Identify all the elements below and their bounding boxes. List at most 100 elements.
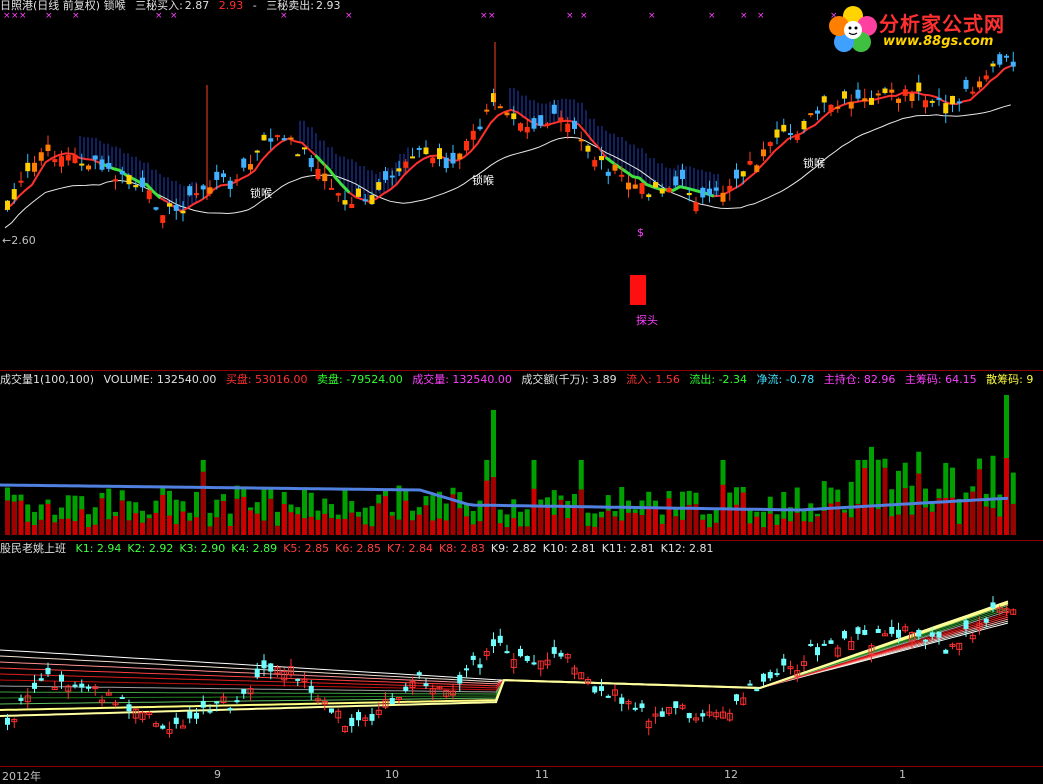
k-value-10: K10: 2.81 xyxy=(542,542,596,555)
low-marker: ←2.60 xyxy=(2,234,36,247)
k-band-line xyxy=(0,606,1009,699)
indicator-candle-body xyxy=(896,629,901,638)
volume-bar-inner xyxy=(275,525,280,535)
candle-body xyxy=(639,183,645,194)
volume-bar-inner xyxy=(538,504,544,535)
k-value-8: K8: 2.83 xyxy=(438,542,485,555)
candle-body xyxy=(734,169,739,179)
signal-mark: × xyxy=(740,11,748,21)
indicator-candle-body xyxy=(268,663,274,672)
volume-bar-inner xyxy=(632,512,638,535)
volume-bar-inner xyxy=(133,513,139,535)
volume-bar-inner xyxy=(315,519,321,535)
candle-body xyxy=(659,188,665,194)
indicator-candle-body xyxy=(187,711,193,719)
candle-body xyxy=(167,203,172,207)
volume-bar-inner xyxy=(126,520,132,535)
volume-bar-inner xyxy=(639,514,645,535)
indicator-candle-body xyxy=(227,708,233,711)
candle-body xyxy=(308,158,314,168)
indicator-candle-body xyxy=(639,703,645,709)
volume-bar-inner xyxy=(909,514,915,535)
candle-body xyxy=(200,185,206,190)
candle-body xyxy=(619,174,625,177)
volume-bar-inner xyxy=(369,526,375,535)
candle-body xyxy=(65,155,71,161)
candle-body xyxy=(430,157,436,164)
volume-bar-inner xyxy=(889,516,895,535)
indicator-candle-body xyxy=(308,685,314,693)
indicator-candle-body xyxy=(943,649,949,654)
volume-bar-inner xyxy=(437,518,442,535)
indicator-candle-body xyxy=(295,678,301,681)
volume-bar-inner xyxy=(1004,458,1009,535)
k-value-11: K11: 2.81 xyxy=(601,542,655,555)
indicator-candle-body xyxy=(524,655,530,661)
candle-body xyxy=(153,207,159,210)
candle-body xyxy=(113,179,118,182)
dash: - xyxy=(252,0,257,12)
inflow: 流入: 1.56 xyxy=(626,373,680,386)
volume-bar-inner xyxy=(585,525,591,535)
amount: 成交额(千万): 3.89 xyxy=(521,373,617,386)
volume-bar-inner xyxy=(18,500,24,535)
candle-body xyxy=(828,104,834,112)
candle-body xyxy=(504,112,510,116)
volume-bar-inner xyxy=(896,514,901,535)
candle-body xyxy=(794,134,800,141)
indicator-candle-body xyxy=(491,639,496,647)
candle-body xyxy=(929,100,935,103)
volume-bar-inner xyxy=(322,513,328,535)
indicator-candle-body xyxy=(173,717,179,724)
candle-body xyxy=(761,149,766,157)
candle-body xyxy=(956,101,962,104)
indicator-candle-body xyxy=(349,717,355,727)
candle-body xyxy=(632,184,638,189)
volume-bar-inner xyxy=(268,498,274,535)
candle-body xyxy=(774,129,780,138)
candle-body xyxy=(32,162,37,172)
indicator-candle-body xyxy=(160,725,166,729)
total-volume: 成交量: 132540.00 xyxy=(412,373,512,386)
signal-mark: × xyxy=(580,11,588,21)
candle-body xyxy=(335,193,341,196)
volume-bar-inner xyxy=(396,519,402,535)
candle-body xyxy=(693,202,699,212)
volume-bar-inner xyxy=(79,509,85,535)
candle-body xyxy=(626,182,631,190)
volume-bar-inner xyxy=(659,523,665,535)
candle-body xyxy=(963,80,969,89)
candle-body xyxy=(612,164,618,171)
sell-label: 三秘卖出: xyxy=(266,0,314,12)
k-value-4: K4: 2.89 xyxy=(231,542,278,555)
volume-bar-inner xyxy=(767,513,773,535)
volume-bar-inner xyxy=(302,518,307,535)
volume-bar-inner xyxy=(38,519,44,535)
volume-bar-inner xyxy=(5,500,10,535)
candle-body xyxy=(376,182,382,190)
volume-bar-inner xyxy=(52,522,58,535)
indicator-name: 股民老姚上班 xyxy=(0,542,66,555)
volume-bar-inner xyxy=(1010,503,1016,535)
candle-body xyxy=(133,185,139,188)
buy-value: 2.87 xyxy=(184,0,210,12)
candle-body xyxy=(599,155,604,161)
buy-volume: 买盘: 53016.00 xyxy=(225,373,308,386)
retail-chips: 散筹码: 9 xyxy=(986,373,1034,386)
indicator-candle-body xyxy=(518,648,523,657)
candle-body xyxy=(511,113,517,120)
volume-bar-inner xyxy=(261,520,267,535)
indicator-candle-body xyxy=(18,698,24,701)
candle-body xyxy=(1004,55,1009,58)
volume-bar-inner xyxy=(32,525,37,535)
axis-separator xyxy=(0,766,1043,767)
candle-body xyxy=(38,152,44,161)
volume-bar-inner xyxy=(288,512,294,535)
signal-mark: × xyxy=(648,11,656,21)
indicator-candle-body xyxy=(936,631,942,638)
candle-body xyxy=(747,160,753,165)
candle-body xyxy=(396,168,402,172)
lock-label: 锁喉 xyxy=(250,187,272,200)
sell-volume: 卖盘: -79524.00 xyxy=(317,373,403,386)
x-tick-label: 9 xyxy=(214,768,221,781)
